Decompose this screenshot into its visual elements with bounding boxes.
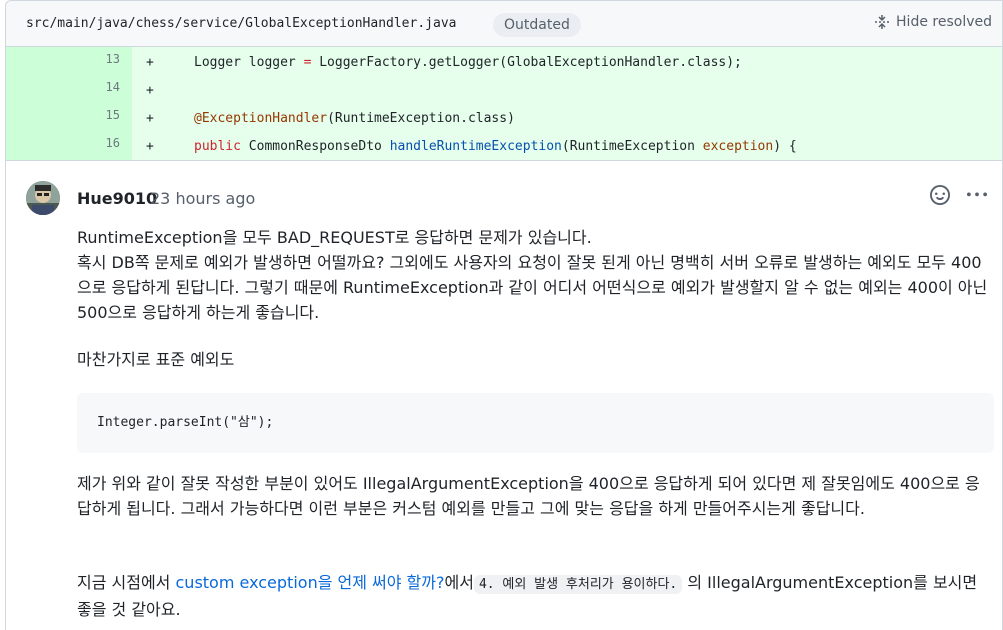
- code-block: Integer.parseInt("삼");: [77, 393, 994, 453]
- comment-paragraph-4: 지금 시점에서 custom exception을 언제 써야 할까?에서 4. …: [77, 570, 992, 622]
- diff-sign: +: [146, 83, 154, 98]
- kebab-horizontal-icon: [966, 190, 988, 209]
- file-path[interactable]: src/main/java/chess/service/GlobalExcept…: [26, 16, 456, 31]
- hide-resolved-button[interactable]: Hide resolved: [874, 14, 992, 30]
- comment-timestamp[interactable]: 23 hours ago: [150, 189, 255, 208]
- line-number[interactable]: 13: [76, 52, 120, 66]
- outdated-badge: Outdated: [493, 13, 581, 37]
- diff-line[interactable]: 14 +: [6, 75, 1003, 103]
- fold-icon: [874, 14, 890, 30]
- paragraph-text: 지금 시점에서: [77, 573, 176, 592]
- line-number[interactable]: 15: [76, 108, 120, 122]
- inline-code: 4. 예외 발생 후처리가 용이하다.: [473, 575, 683, 594]
- hide-resolved-label: Hide resolved: [896, 14, 992, 30]
- diff-sign: +: [146, 111, 154, 126]
- diff-view: 13 + Logger logger = LoggerFactory.getLogg…: [5, 47, 1003, 160]
- file-header: src/main/java/chess/service/GlobalExcept…: [5, 0, 1003, 47]
- custom-exception-link[interactable]: custom exception을 언제 써야 할까?: [176, 573, 445, 592]
- diff-line[interactable]: 16 + public CommonResponseDto handleRuntim…: [6, 131, 1003, 159]
- line-number[interactable]: 16: [76, 136, 120, 150]
- diff-sign: +: [146, 55, 154, 70]
- comment-paragraph-3: 제가 위와 같이 잘못 작성한 부분이 있어도 IllegalArgumentE…: [77, 474, 980, 518]
- review-comment: Hue9010 23 hours ago RuntimeException을 모…: [5, 160, 1003, 630]
- diff-sign: +: [146, 139, 154, 154]
- smiley-icon: [930, 185, 950, 209]
- comment-paragraph-2: 마찬가지로 표준 예외도: [77, 350, 235, 369]
- paragraph-text: 혹시 DB쪽 문제로 예외가 발생하면 어떨까요? 그외에도 사용자의 요청이 …: [77, 253, 988, 322]
- comment-paragraph-1: RuntimeException을 모두 BAD_REQUEST로 응답하면 문…: [77, 225, 992, 325]
- paragraph-line: RuntimeException을 모두 BAD_REQUEST로 응답하면 문…: [77, 228, 592, 247]
- code-line: public CommonResponseDto handleRuntimeEx…: [194, 139, 797, 154]
- more-options-button[interactable]: [966, 185, 988, 209]
- line-number[interactable]: 14: [76, 80, 120, 94]
- diff-line[interactable]: 15 + @ExceptionHandler(RuntimeException.cl…: [6, 103, 1003, 131]
- diff-line[interactable]: 13 + Logger logger = LoggerFactory.getLogg…: [6, 47, 1003, 75]
- add-reaction-button[interactable]: [930, 185, 950, 209]
- avatar[interactable]: [26, 181, 60, 215]
- code-line: Logger logger = LoggerFactory.getLogger(…: [194, 55, 742, 70]
- paragraph-text: 에서: [444, 573, 474, 592]
- code-line: @ExceptionHandler(RuntimeException.class…: [194, 111, 515, 126]
- comment-author[interactable]: Hue9010: [77, 189, 157, 208]
